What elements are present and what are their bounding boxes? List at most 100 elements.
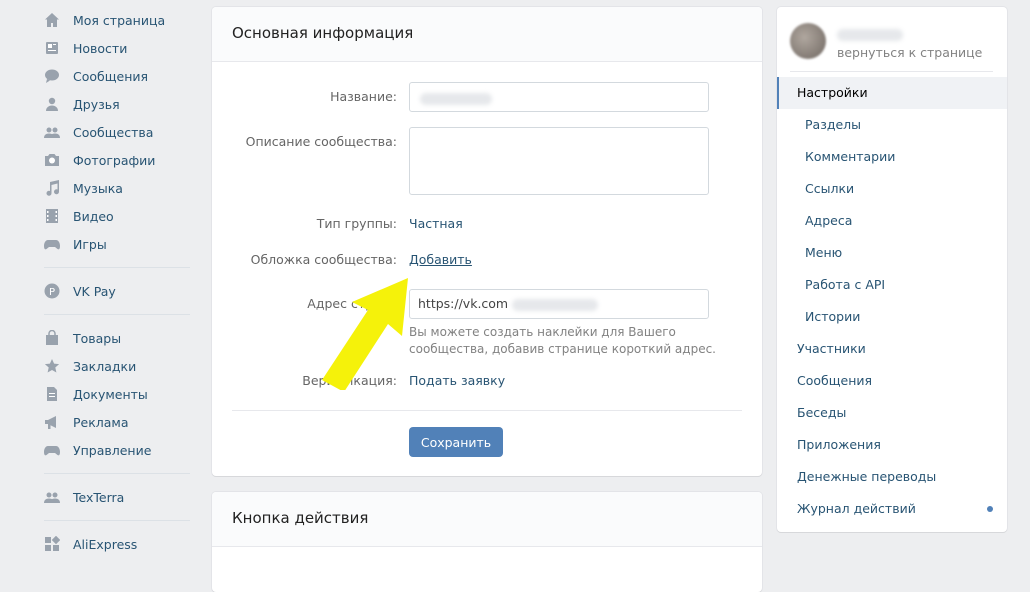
verification-link[interactable]: Подать заявку — [409, 373, 505, 388]
nav-item-goods[interactable]: Товары — [44, 324, 194, 352]
menu-item-money-transfers[interactable]: Денежные переводы — [777, 461, 1007, 493]
menu-item-members[interactable]: Участники — [777, 333, 1007, 365]
nav-item-label: Управление — [73, 442, 152, 458]
nav-item-label: Реклама — [73, 414, 129, 430]
divider — [232, 410, 742, 411]
nav-item-friends[interactable]: Друзья — [44, 90, 194, 118]
back-to-page-link[interactable]: вернуться к странице — [837, 45, 982, 60]
svg-text:P: P — [49, 287, 55, 298]
card-title: Кнопка действия — [212, 492, 762, 547]
nav-item-my-page[interactable]: Моя страница — [44, 6, 194, 34]
address-value: https://vk.com — [418, 296, 509, 311]
menu-item-messages[interactable]: Сообщения — [777, 365, 1007, 397]
menu-item-sections[interactable]: Разделы — [777, 109, 1007, 141]
nav-item-label: Игры — [73, 236, 107, 252]
address-hint: Вы можете создать наклейки для Вашего со… — [409, 325, 716, 356]
nav-item-label: Видео — [73, 208, 114, 224]
cover-add-link[interactable]: Добавить — [409, 252, 472, 267]
nav-item-management[interactable]: Управление — [44, 436, 194, 464]
video-icon — [44, 208, 60, 224]
nav-item-label: Друзья — [73, 96, 120, 112]
documents-icon — [44, 386, 60, 402]
friends-icon — [44, 96, 60, 112]
nav-item-label: Новости — [73, 40, 128, 56]
nav-item-aliexpress[interactable]: AliExpress — [44, 530, 194, 558]
ads-icon — [44, 414, 60, 430]
arrow-annotation-icon — [322, 278, 408, 390]
nav-item-label: Документы — [73, 386, 148, 402]
nav-item-label: Фотографии — [73, 152, 156, 168]
left-navigation: Моя страница Новости Сообщения Друзья Со… — [44, 6, 194, 558]
community-profile[interactable]: вернуться к странице — [790, 21, 993, 72]
nav-item-music[interactable]: Музыка — [44, 174, 194, 202]
menu-item-apps[interactable]: Приложения — [777, 429, 1007, 461]
music-icon — [44, 180, 60, 196]
nav-item-photos[interactable]: Фотографии — [44, 146, 194, 174]
menu-item-chats[interactable]: Беседы — [777, 397, 1007, 429]
group-type-value[interactable]: Частная — [409, 216, 463, 231]
nav-item-communities[interactable]: Сообщества — [44, 118, 194, 146]
nav-item-games[interactable]: Игры — [44, 230, 194, 258]
nav-item-texterra[interactable]: TexTerra — [44, 483, 194, 511]
nav-separator — [44, 267, 190, 268]
gamepad-icon — [44, 442, 60, 458]
vkpay-icon: P — [44, 283, 60, 299]
nav-item-bookmarks[interactable]: Закладки — [44, 352, 194, 380]
nav-item-video[interactable]: Видео — [44, 202, 194, 230]
card-title: Основная информация — [212, 7, 762, 62]
address-value-blurred — [512, 298, 599, 311]
settings-menu: Настройки Разделы Комментарии Ссылки Адр… — [777, 77, 1007, 525]
cover-label: Обложка сообщества: — [250, 252, 397, 267]
nav-item-ads[interactable]: Реклама — [44, 408, 194, 436]
menu-item-comments[interactable]: Комментарии — [777, 141, 1007, 173]
nav-item-vkpay[interactable]: P VK Pay — [44, 277, 194, 305]
star-icon — [44, 358, 60, 374]
name-value-blurred — [420, 92, 492, 105]
nav-item-label: Музыка — [73, 180, 123, 196]
apps-icon — [44, 536, 60, 552]
nav-item-news[interactable]: Новости — [44, 34, 194, 62]
menu-item-label: Журнал действий — [797, 501, 916, 516]
nav-separator — [44, 473, 190, 474]
menu-item-menu[interactable]: Меню — [777, 237, 1007, 269]
nav-separator — [44, 520, 190, 521]
nav-item-label: Сообщества — [73, 124, 154, 140]
community-icon — [44, 489, 60, 505]
photos-icon — [44, 152, 60, 168]
nav-item-label: AliExpress — [73, 536, 138, 552]
messages-icon — [44, 68, 60, 84]
name-input[interactable] — [409, 82, 709, 112]
menu-item-stories[interactable]: Истории — [777, 301, 1007, 333]
nav-item-label: Закладки — [73, 358, 137, 374]
nav-item-messages[interactable]: Сообщения — [44, 62, 194, 90]
save-button[interactable]: Сохранить — [409, 427, 503, 457]
nav-item-label: Товары — [73, 330, 122, 346]
nav-item-label: Моя страница — [73, 12, 166, 28]
action-button-card: Кнопка действия — [212, 492, 762, 592]
menu-item-links[interactable]: Ссылки — [777, 173, 1007, 205]
menu-item-api[interactable]: Работа с API — [777, 269, 1007, 301]
notification-dot-icon — [987, 506, 993, 512]
communities-icon — [44, 124, 60, 140]
nav-item-label: TexTerra — [73, 489, 125, 505]
nav-item-documents[interactable]: Документы — [44, 380, 194, 408]
menu-item-settings[interactable]: Настройки — [777, 77, 1007, 109]
name-label: Название: — [330, 89, 397, 104]
menu-item-action-log[interactable]: Журнал действий — [777, 493, 1007, 525]
goods-icon — [44, 330, 60, 346]
news-icon — [44, 40, 60, 56]
community-name-blurred — [837, 27, 903, 42]
menu-item-addresses[interactable]: Адреса — [777, 205, 1007, 237]
basic-info-card: Основная информация Название: Описание с… — [212, 7, 762, 476]
description-textarea[interactable] — [409, 127, 709, 195]
settings-menu-card: вернуться к странице Настройки Разделы К… — [777, 7, 1007, 532]
avatar — [790, 23, 826, 59]
nav-item-label: VK Pay — [73, 283, 116, 299]
address-input[interactable]: https://vk.com — [409, 289, 709, 319]
home-icon — [44, 12, 60, 28]
games-icon — [44, 236, 60, 252]
nav-item-label: Сообщения — [73, 68, 149, 84]
description-label: Описание сообщества: — [245, 134, 397, 149]
nav-separator — [44, 314, 190, 315]
group-type-label: Тип группы: — [316, 216, 397, 231]
